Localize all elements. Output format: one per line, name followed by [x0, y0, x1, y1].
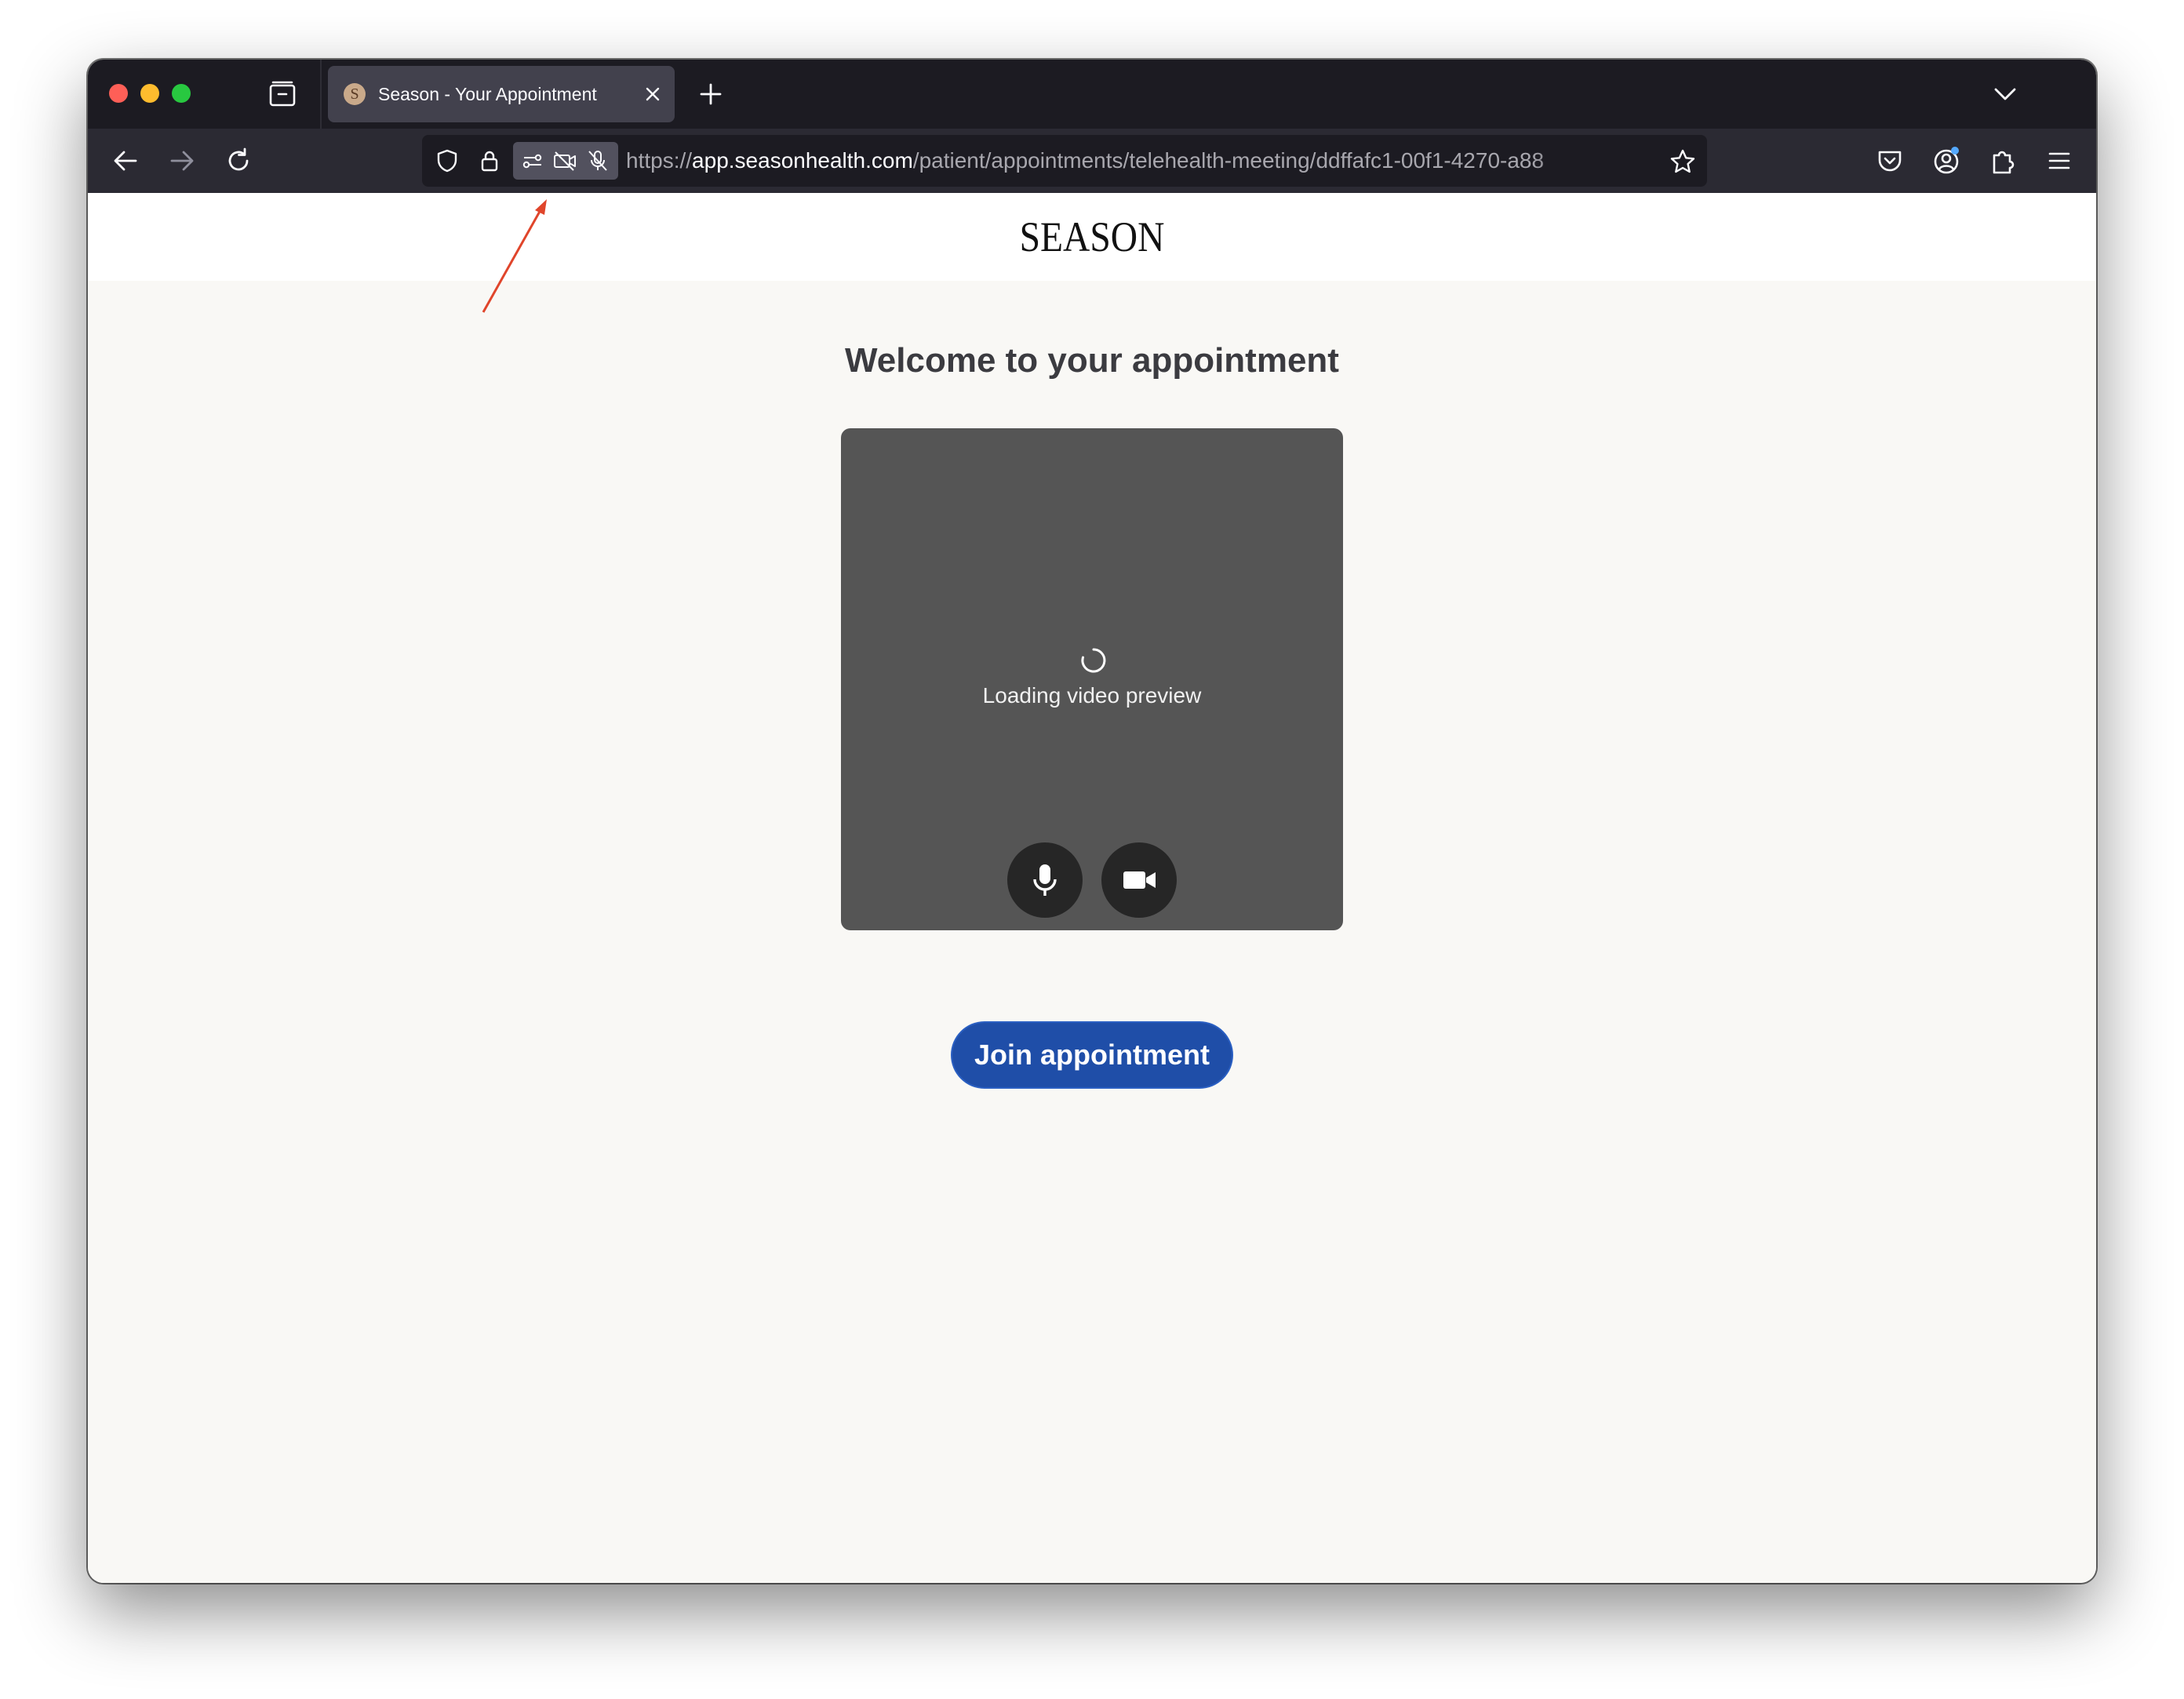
loading-spinner-icon [1081, 648, 1106, 673]
loading-text: Loading video preview [982, 683, 1202, 708]
pocket-icon[interactable] [1873, 144, 1906, 177]
page-title: Welcome to your appointment [845, 341, 1339, 380]
microphone-blocked-icon [588, 151, 607, 171]
season-logo[interactable]: SEASON [209, 193, 1976, 281]
hamburger-menu-icon[interactable] [2043, 144, 2076, 177]
favicon: S [344, 83, 366, 105]
permissions-indicator[interactable] [513, 142, 618, 180]
close-window-button[interactable] [109, 84, 128, 103]
url-host: app.seasonhealth.com [692, 148, 913, 173]
shield-icon[interactable] [435, 148, 460, 173]
microphone-toggle-button[interactable] [1007, 842, 1083, 918]
plus-icon[interactable] [695, 78, 726, 110]
close-icon[interactable] [640, 82, 665, 107]
puzzle-icon[interactable] [1986, 144, 2019, 177]
url-path: /patient/appointments/telehealth-meeting… [912, 148, 1545, 173]
tab-bar: S Season - Your Appointment [88, 60, 2096, 129]
star-icon[interactable] [1669, 148, 1696, 175]
url-scheme: https:// [626, 148, 693, 173]
camera-toggle-button[interactable] [1101, 842, 1177, 918]
page-content: SEASON Welcome to your appointment Loadi… [88, 193, 2096, 1583]
minimize-window-button[interactable] [140, 84, 159, 103]
lock-icon[interactable] [477, 148, 502, 173]
join-appointment-button[interactable]: Join appointment [952, 1023, 1232, 1087]
tab-separator [320, 60, 322, 129]
url-bar[interactable]: https://app.seasonhealth.com/patient/app… [422, 135, 1707, 187]
back-arrow-icon[interactable] [110, 145, 141, 176]
tab-overview-icon[interactable] [267, 78, 298, 110]
account-icon[interactable] [1930, 144, 1963, 177]
chevron-down-icon[interactable] [1989, 78, 2021, 110]
browser-window: S Season - Your Appointment https://app.… [88, 60, 2096, 1583]
microphone-icon [1033, 864, 1057, 896]
forward-arrow-icon[interactable] [166, 145, 198, 176]
navigation-bar: https://app.seasonhealth.com/patient/app… [88, 129, 2096, 193]
tab-title: Season - Your Appointment [378, 84, 597, 104]
video-preview: Loading video preview [841, 428, 1343, 930]
video-camera-icon [1123, 871, 1156, 889]
permissions-icon [522, 154, 542, 169]
reload-icon[interactable] [223, 145, 254, 176]
active-tab[interactable]: S Season - Your Appointment [328, 66, 675, 122]
site-header: SEASON [88, 193, 2096, 281]
camera-blocked-icon [554, 151, 576, 171]
url-text[interactable]: https://app.seasonhealth.com/patient/app… [626, 147, 1591, 174]
zoom-window-button[interactable] [172, 84, 191, 103]
